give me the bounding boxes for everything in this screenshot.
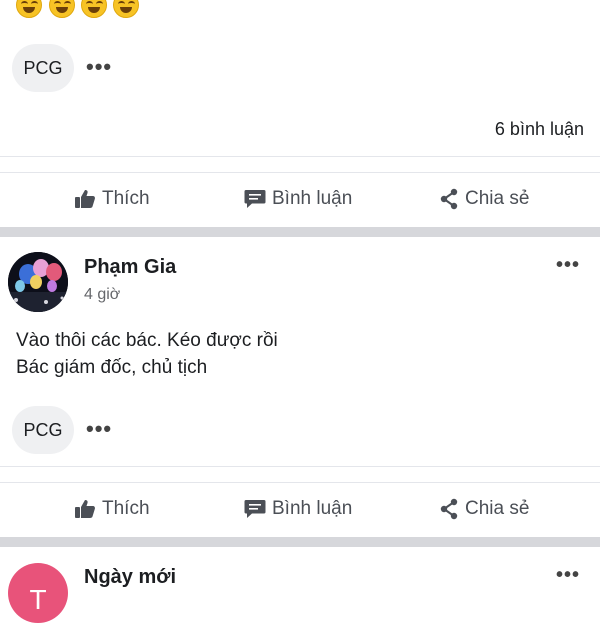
comment-label: Bình luận: [272, 188, 353, 209]
comment-icon: [244, 190, 266, 208]
like-label: Thích: [102, 188, 150, 209]
author-avatar[interactable]: [8, 252, 68, 312]
more-options-icon[interactable]: •••: [556, 564, 580, 587]
comment-button[interactable]: Bình luận: [244, 498, 352, 520]
more-options-icon[interactable]: •••: [86, 56, 112, 78]
comment-button[interactable]: Bình luận: [244, 188, 352, 210]
like-button[interactable]: Thích: [74, 498, 150, 520]
laughing-emoji-icon: [81, 0, 107, 18]
thumbs-up-icon: [75, 190, 95, 208]
like-label: Thích: [102, 498, 150, 519]
comment-label: Bình luận: [272, 498, 353, 519]
share-button[interactable]: Chia sẻ: [439, 188, 529, 210]
share-button[interactable]: Chia sẻ: [439, 498, 529, 520]
thumbs-up-icon: [75, 500, 95, 518]
share-icon: [440, 498, 458, 520]
divider: [0, 172, 600, 173]
laughing-emoji-icon: [49, 0, 75, 18]
more-options-icon[interactable]: •••: [556, 254, 580, 277]
avatar-letter: T: [29, 584, 47, 615]
balloon-photo-icon: [8, 252, 68, 312]
tag-chip[interactable]: PCG: [12, 44, 74, 92]
comment-icon: [244, 500, 266, 518]
tag-chip[interactable]: PCG: [12, 406, 74, 454]
section-gap: [0, 537, 600, 547]
like-button[interactable]: Thích: [74, 188, 150, 210]
author-avatar[interactable]: T: [8, 563, 68, 623]
post-time[interactable]: 4 giờ: [84, 286, 120, 304]
post-text-line: Bác giám đốc, chủ tịch: [16, 357, 208, 378]
share-icon: [440, 188, 458, 210]
divider: [0, 482, 600, 483]
divider: [0, 156, 600, 157]
share-label: Chia sẻ: [465, 498, 530, 519]
post-text-line: Vào thôi các bác. Kéo được rồi: [16, 330, 278, 351]
author-name[interactable]: Phạm Gia: [84, 256, 176, 279]
laughing-emoji-icon: [16, 0, 42, 18]
author-name[interactable]: Ngày mới: [84, 566, 176, 589]
share-label: Chia sẻ: [465, 188, 530, 209]
laughing-emoji-icon: [113, 0, 139, 18]
more-options-icon[interactable]: •••: [86, 418, 112, 440]
section-gap: [0, 227, 600, 237]
comment-count[interactable]: 6 bình luận: [495, 119, 584, 140]
divider: [0, 466, 600, 467]
